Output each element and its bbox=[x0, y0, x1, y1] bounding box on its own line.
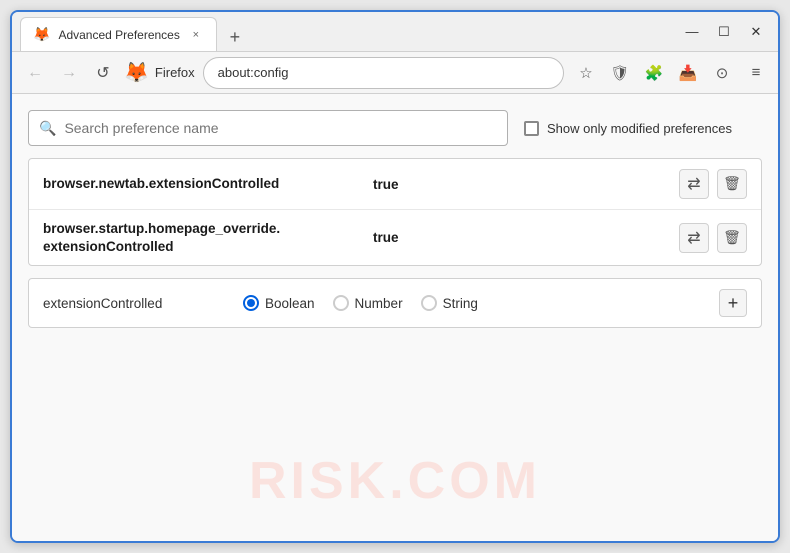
pref-value-2: true bbox=[373, 230, 679, 245]
add-pref-button[interactable]: + bbox=[719, 289, 747, 317]
radio-number-label: Number bbox=[355, 296, 403, 311]
reset-button-1[interactable] bbox=[679, 169, 709, 199]
radio-number[interactable]: Number bbox=[333, 295, 403, 311]
radio-string-circle[interactable] bbox=[421, 295, 437, 311]
search-box-container: 🔍 extensionControlled bbox=[28, 110, 508, 146]
show-modified-label[interactable]: Show only modified preferences bbox=[524, 121, 732, 136]
refresh-button[interactable]: ↺ bbox=[88, 58, 118, 88]
restore-button[interactable]: ☐ bbox=[710, 18, 738, 46]
firefox-logo-icon: 🦊 bbox=[124, 60, 149, 85]
table-row: browser.startup.homepage_override. exten… bbox=[29, 210, 761, 265]
type-radio-group: Boolean Number String bbox=[243, 295, 719, 311]
radio-boolean[interactable]: Boolean bbox=[243, 295, 315, 311]
tab-area: 🦊 Advanced Preferences × + bbox=[20, 12, 670, 51]
address-bar[interactable]: about:config bbox=[203, 57, 564, 89]
radio-string-label: String bbox=[443, 296, 478, 311]
table-row: browser.newtab.extensionControlled true bbox=[29, 159, 761, 210]
firefox-name-label: Firefox bbox=[155, 65, 195, 80]
content-area: RISK.COM 🔍 extensionControlled Show only… bbox=[12, 94, 778, 541]
nav-icons-right: ☆ 🛡 🧩 📥 ⊙ ≡ bbox=[572, 59, 770, 87]
arrows-icon bbox=[687, 228, 700, 248]
tab-favicon: 🦊 bbox=[33, 26, 50, 43]
show-modified-checkbox[interactable] bbox=[524, 121, 539, 136]
forward-button[interactable]: → bbox=[54, 58, 84, 88]
tab-close-button[interactable]: × bbox=[188, 27, 204, 43]
menu-icon[interactable]: ≡ bbox=[742, 59, 770, 87]
results-table: browser.newtab.extensionControlled true … bbox=[28, 158, 762, 266]
add-pref-row: extensionControlled Boolean Number Strin… bbox=[28, 278, 762, 328]
download-icon[interactable]: 📥 bbox=[674, 59, 702, 87]
watermark: RISK.COM bbox=[249, 451, 541, 511]
pref-value-1: true bbox=[373, 177, 679, 192]
history-icon[interactable]: ⊙ bbox=[708, 59, 736, 87]
search-row: 🔍 extensionControlled Show only modified… bbox=[28, 110, 762, 146]
extension-icon[interactable]: 🧩 bbox=[640, 59, 668, 87]
window-controls: — ☐ ✕ bbox=[678, 18, 770, 46]
trash-icon bbox=[723, 229, 741, 247]
new-tab-button[interactable]: + bbox=[221, 23, 249, 51]
reset-button-2[interactable] bbox=[679, 223, 709, 253]
radio-boolean-label: Boolean bbox=[265, 296, 315, 311]
search-input[interactable]: extensionControlled bbox=[64, 120, 497, 136]
pref-name-2-line1: browser.startup.homepage_override. bbox=[43, 221, 280, 236]
title-bar: 🦊 Advanced Preferences × + — ☐ ✕ bbox=[12, 12, 778, 52]
shield-icon[interactable]: 🛡 bbox=[606, 59, 634, 87]
nav-bar: ← → ↺ 🦊 Firefox about:config ☆ 🛡 🧩 📥 ⊙ ≡ bbox=[12, 52, 778, 94]
browser-window: 🦊 Advanced Preferences × + — ☐ ✕ ← → ↺ 🦊… bbox=[10, 10, 780, 543]
pref-name-2: browser.startup.homepage_override. exten… bbox=[43, 220, 373, 255]
pref-name-2-line2: extensionControlled bbox=[43, 239, 174, 254]
radio-number-circle[interactable] bbox=[333, 295, 349, 311]
active-tab[interactable]: 🦊 Advanced Preferences × bbox=[20, 17, 217, 51]
row-actions-2 bbox=[679, 223, 747, 253]
search-icon: 🔍 bbox=[39, 120, 56, 137]
show-modified-text: Show only modified preferences bbox=[547, 121, 732, 136]
tab-title: Advanced Preferences bbox=[58, 28, 179, 42]
delete-button-1[interactable] bbox=[717, 169, 747, 199]
delete-button-2[interactable] bbox=[717, 223, 747, 253]
arrows-icon bbox=[687, 174, 700, 194]
close-button[interactable]: ✕ bbox=[742, 18, 770, 46]
row-actions-1 bbox=[679, 169, 747, 199]
add-pref-name: extensionControlled bbox=[43, 296, 243, 311]
minimize-button[interactable]: — bbox=[678, 18, 706, 46]
pref-name-1: browser.newtab.extensionControlled bbox=[43, 175, 373, 193]
radio-string[interactable]: String bbox=[421, 295, 478, 311]
address-text: about:config bbox=[218, 65, 289, 80]
radio-boolean-circle[interactable] bbox=[243, 295, 259, 311]
back-button[interactable]: ← bbox=[20, 58, 50, 88]
trash-icon bbox=[723, 175, 741, 193]
bookmark-icon[interactable]: ☆ bbox=[572, 59, 600, 87]
